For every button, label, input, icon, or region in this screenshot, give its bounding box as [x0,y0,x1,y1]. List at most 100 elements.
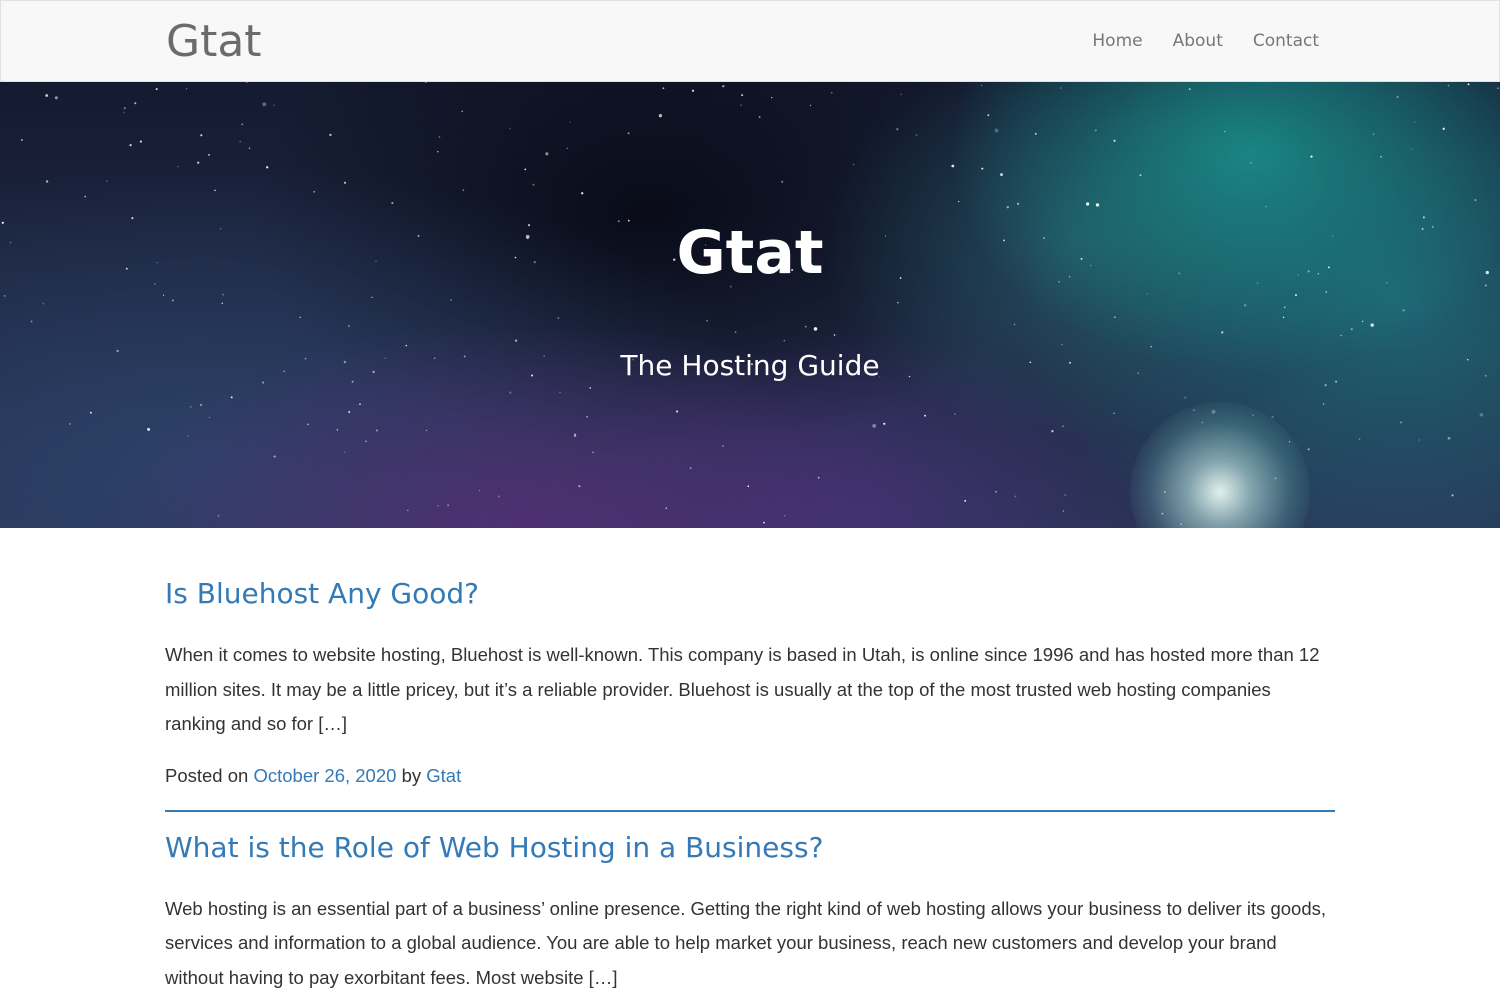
nav-item-contact[interactable]: Contact [1253,29,1319,53]
star [524,168,527,171]
star [1282,316,1285,319]
navbar: Gtat Home About Contact [0,0,1500,82]
star [589,387,592,389]
star [1051,430,1054,433]
nav-item-about[interactable]: About [1173,29,1223,53]
star [1350,328,1353,331]
brand-logo-link[interactable]: Gtat [166,15,262,69]
star [900,93,902,96]
star [734,331,737,333]
star [21,139,23,141]
star [557,317,560,319]
star [241,123,243,126]
star [1361,320,1364,323]
star [1060,87,1062,89]
star [783,339,786,342]
star [1265,205,1267,208]
star [221,302,224,305]
star [197,161,200,164]
star [84,195,87,198]
star [329,133,332,137]
star [1224,130,1226,133]
star [1396,95,1399,99]
star [804,325,807,328]
star [722,85,725,88]
star [809,104,812,107]
star [1250,161,1253,164]
star [953,412,957,416]
star [239,140,242,143]
star [964,499,967,502]
star [307,423,309,426]
nav-menu: Home About Contact [1092,29,1319,53]
star [1340,334,1342,337]
star [1474,199,1477,202]
star [1400,421,1403,424]
star [830,91,833,94]
star [573,434,577,438]
star [262,102,267,107]
star [1410,148,1413,151]
star [343,181,347,184]
star [89,411,92,414]
star [172,299,174,302]
star [437,505,439,507]
star [915,134,918,136]
star [1064,494,1066,496]
star [1094,129,1097,132]
star [578,484,581,488]
star [1184,396,1187,399]
star [532,183,535,186]
star [545,152,549,156]
star [1062,510,1065,512]
star [1402,309,1405,312]
star [1324,384,1327,387]
post-title-link[interactable]: What is the Role of Web Hosting in a Bus… [165,830,1335,866]
star [1325,290,1328,293]
star [896,128,899,131]
star [208,416,211,418]
post-excerpt: Web hosting is an essential part of a bu… [165,897,1327,988]
star [658,114,663,118]
star [784,515,786,517]
post-author-link[interactable]: Gtat [426,765,461,786]
star [1139,174,1142,177]
star [1322,403,1325,405]
star [123,107,126,110]
star [747,485,750,488]
star [1017,202,1020,205]
star [987,114,990,117]
star [123,111,126,114]
star [883,422,886,425]
post-meta-by: by [401,764,422,786]
star [54,96,59,100]
star [1061,343,1063,346]
star [509,391,512,394]
star [1283,306,1286,309]
star [407,509,409,512]
star [42,302,45,305]
star [675,410,679,413]
star [217,514,220,517]
star [1451,494,1454,497]
star [1414,121,1416,123]
post-excerpt: When it comes to website hosting, Blueho… [165,644,1320,734]
star [45,94,49,97]
nav-item-home[interactable]: Home [1092,29,1142,53]
post-list: Is Bluehost Any Good? When it comes to w… [165,528,1335,995]
star [813,327,818,331]
star [45,180,49,183]
star [222,293,225,296]
star [627,132,630,135]
star [266,166,269,169]
star [569,121,571,124]
star [336,429,339,431]
star [273,104,275,106]
star [662,87,665,90]
star [958,200,960,203]
star [139,140,142,143]
post-title-link[interactable]: Is Bluehost Any Good? [165,576,1335,612]
star [1146,293,1148,295]
post-date-link[interactable]: October 26, 2020 [253,765,396,786]
star [781,180,784,183]
